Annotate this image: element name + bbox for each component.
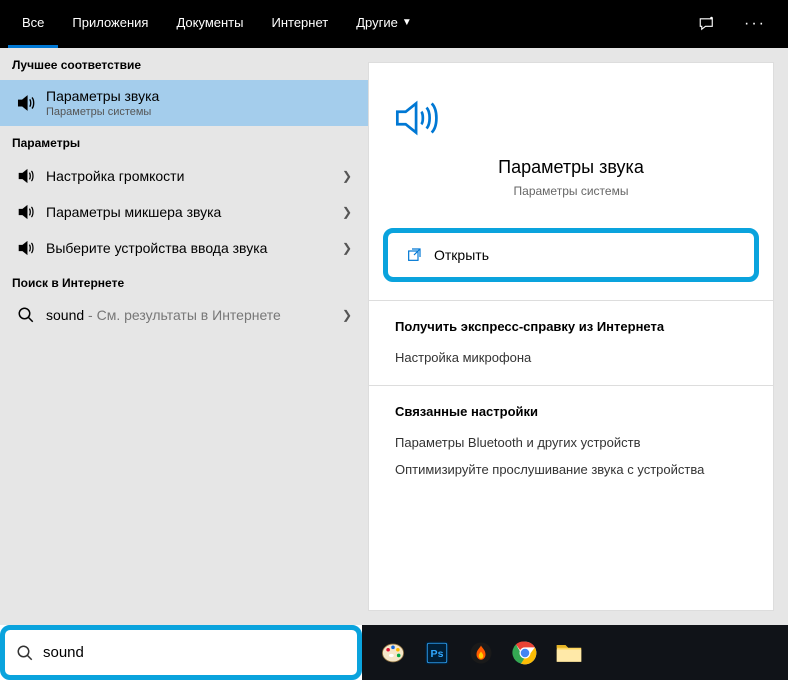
help-link-microphone[interactable]: Настройка микрофона bbox=[395, 344, 747, 371]
taskbar-chrome[interactable] bbox=[504, 635, 546, 671]
more-options-button[interactable]: ··· bbox=[730, 0, 780, 48]
search-box[interactable] bbox=[0, 625, 362, 680]
related-link-optimize-audio[interactable]: Оптимизируйте прослушивание звука с устр… bbox=[395, 456, 747, 483]
chevron-right-icon: ❯ bbox=[338, 308, 356, 322]
tab-all[interactable]: Все bbox=[8, 0, 58, 48]
result-web-search[interactable]: sound - См. результаты в Интернете ❯ bbox=[0, 298, 368, 332]
open-button[interactable]: Открыть bbox=[383, 228, 759, 282]
tab-other[interactable]: Другие ▼ bbox=[342, 0, 426, 48]
result-setting-input-device[interactable]: Выберите устройства ввода звука ❯ bbox=[0, 230, 368, 266]
detail-title: Параметры звука bbox=[389, 157, 753, 178]
taskbar: Ps bbox=[362, 625, 788, 680]
taskbar-photoshop[interactable]: Ps bbox=[416, 635, 458, 671]
detail-panel: Параметры звука Параметры системы Открыт… bbox=[368, 62, 774, 611]
divider bbox=[369, 300, 773, 301]
divider bbox=[369, 385, 773, 386]
result-setting-volume[interactable]: Настройка громкости ❯ bbox=[0, 158, 368, 194]
speaker-icon bbox=[389, 93, 753, 143]
taskbar-file-explorer[interactable] bbox=[548, 635, 590, 671]
tab-apps[interactable]: Приложения bbox=[58, 0, 162, 48]
speaker-icon bbox=[12, 238, 40, 258]
result-title: Параметры микшера звука bbox=[46, 204, 338, 220]
search-input[interactable] bbox=[39, 636, 351, 669]
speaker-icon bbox=[12, 92, 40, 114]
search-tabs: Все Приложения Документы Интернет Другие… bbox=[0, 0, 788, 48]
detail-subtitle: Параметры системы bbox=[389, 184, 753, 198]
taskbar-flame-app[interactable] bbox=[460, 635, 502, 671]
open-icon bbox=[406, 247, 422, 263]
section-settings: Параметры bbox=[0, 126, 368, 158]
search-icon bbox=[11, 644, 39, 662]
result-title: Параметры звука bbox=[46, 88, 356, 104]
chevron-down-icon: ▼ bbox=[402, 17, 412, 28]
related-header: Связанные настройки bbox=[395, 404, 747, 419]
open-label: Открыть bbox=[434, 247, 489, 263]
help-header: Получить экспресс-справку из Интернета bbox=[395, 319, 747, 334]
section-web-search: Поиск в Интернете bbox=[0, 266, 368, 298]
tab-internet[interactable]: Интернет bbox=[257, 0, 342, 48]
result-title: Выберите устройства ввода звука bbox=[46, 240, 338, 256]
speaker-icon bbox=[12, 166, 40, 186]
results-panel: Лучшее соответствие Параметры звука Пара… bbox=[0, 48, 368, 625]
search-icon bbox=[12, 306, 40, 324]
result-title: Настройка громкости bbox=[46, 168, 338, 184]
section-best-match: Лучшее соответствие bbox=[0, 48, 368, 80]
result-subtitle: Параметры системы bbox=[46, 106, 356, 118]
taskbar-paint[interactable] bbox=[372, 635, 414, 671]
chevron-right-icon: ❯ bbox=[338, 169, 356, 183]
result-title: sound - См. результаты в Интернете bbox=[46, 307, 338, 323]
chevron-right-icon: ❯ bbox=[338, 241, 356, 255]
feedback-icon[interactable] bbox=[684, 0, 730, 48]
result-best-match[interactable]: Параметры звука Параметры системы bbox=[0, 80, 368, 126]
result-setting-mixer[interactable]: Параметры микшера звука ❯ bbox=[0, 194, 368, 230]
related-link-bluetooth[interactable]: Параметры Bluetooth и других устройств bbox=[395, 429, 747, 456]
chevron-right-icon: ❯ bbox=[338, 205, 356, 219]
svg-text:Ps: Ps bbox=[431, 648, 444, 660]
tab-documents[interactable]: Документы bbox=[162, 0, 257, 48]
speaker-icon bbox=[12, 202, 40, 222]
